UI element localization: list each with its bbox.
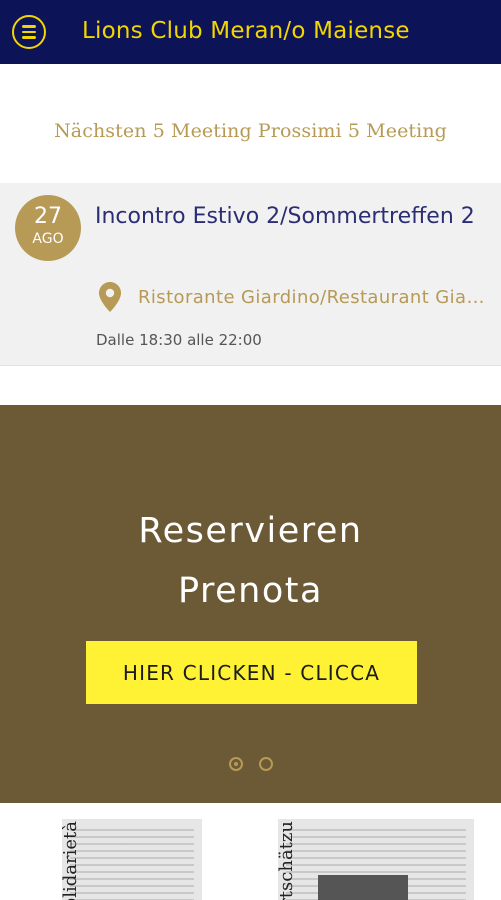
meeting-card[interactable]: 27 AGO Incontro Estivo 2/Sommertreffen 2…: [0, 183, 501, 366]
date-month: AGO: [32, 231, 64, 247]
carousel-dot-active[interactable]: [228, 757, 243, 771]
meeting-title[interactable]: Incontro Estivo 2/Sommertreffen 2: [95, 199, 475, 234]
news-clipping-thumbnail[interactable]: olidarietà: [62, 819, 202, 900]
app-bar: Lions Club Meran/o Maiense: [0, 0, 501, 64]
promo-title-it: Prenota: [178, 571, 323, 611]
meeting-time: Dalle 18:30 alle 22:00: [96, 331, 262, 349]
location-pin-icon: [99, 282, 121, 312]
menu-line: [22, 30, 36, 34]
click-here-button[interactable]: HIER CLICKEN - CLICCA: [86, 641, 417, 704]
menu-line: [22, 36, 36, 39]
promo-title-de: Reservieren: [138, 511, 363, 551]
clipping-photo: [318, 875, 408, 900]
menu-line: [22, 25, 36, 28]
carousel-dot[interactable]: [258, 757, 273, 771]
news-clipping-thumbnail[interactable]: rtschätzu: [278, 819, 474, 900]
news-gallery: olidarietà rtschätzu: [0, 803, 501, 900]
reservation-banner: Reservieren Prenota HIER CLICKEN - CLICC…: [0, 405, 501, 803]
hamburger-menu-icon[interactable]: [12, 15, 46, 49]
upcoming-meetings-heading: Nächsten 5 Meeting Prossimi 5 Meeting: [54, 120, 447, 142]
clipping-headline: rtschätzu: [278, 821, 297, 900]
meeting-location: Ristorante Giardino/Restaurant Giardino: [138, 287, 488, 308]
date-badge: 27 AGO: [15, 195, 81, 261]
carousel-indicator: [0, 757, 501, 771]
date-day: 27: [34, 204, 62, 229]
app-title: Lions Club Meran/o Maiense: [82, 18, 410, 44]
clipping-headline: olidarietà: [62, 821, 81, 900]
clipping-text-lines: [70, 829, 194, 900]
